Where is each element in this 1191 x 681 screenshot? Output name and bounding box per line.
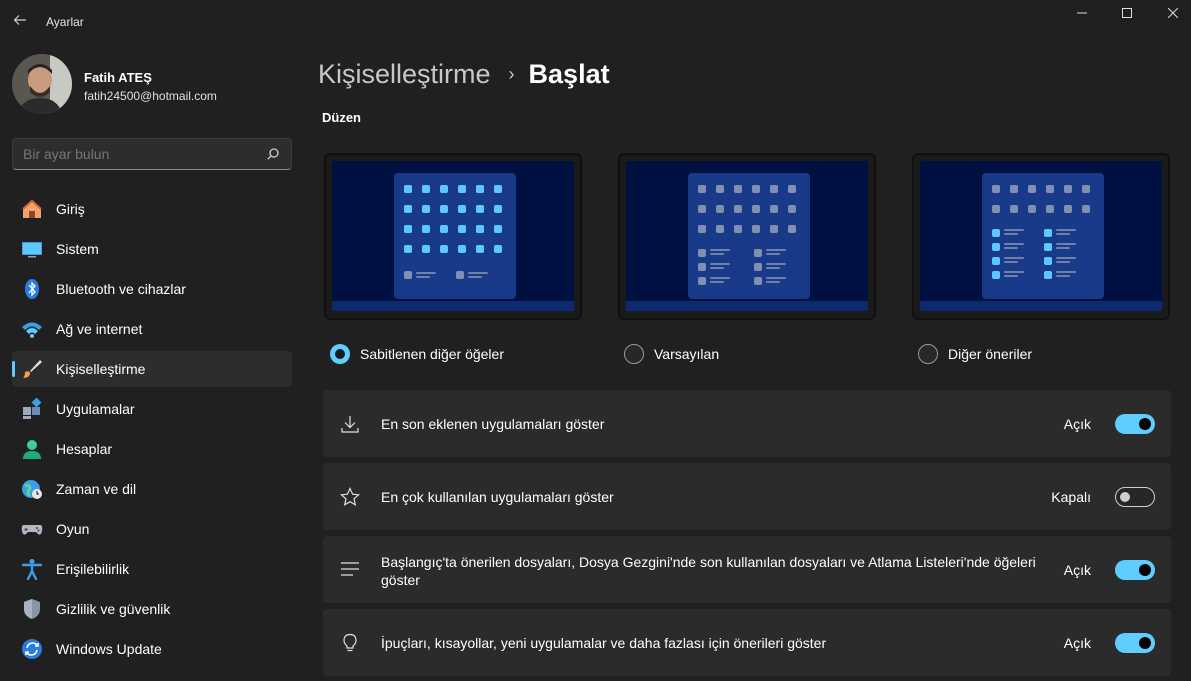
radio-more-recommendations[interactable]: Diğer öneriler (918, 344, 1032, 364)
radio-button[interactable] (330, 344, 350, 364)
arrow-left-icon (13, 13, 27, 27)
search-input[interactable] (23, 146, 253, 162)
breadcrumb-parent[interactable]: Kişiselleştirme (318, 59, 491, 90)
list-icon (339, 559, 361, 581)
title-bar: Ayarlar (0, 0, 1191, 40)
toggle-switch[interactable] (1115, 633, 1155, 653)
maximize-button[interactable] (1104, 0, 1150, 26)
sidebar-nav: Giriş Sistem Bluetooth ve cihazlar Ağ ve… (12, 191, 292, 671)
toggle-switch[interactable] (1115, 560, 1155, 580)
avatar (12, 54, 72, 114)
sidebar-item-network[interactable]: Ağ ve internet (12, 311, 292, 347)
sidebar-item-apps[interactable]: Uygulamalar (12, 391, 292, 427)
wifi-icon (21, 318, 43, 340)
toggle-switch[interactable] (1115, 487, 1155, 507)
start-preview-image (626, 161, 868, 311)
sidebar-item-privacy[interactable]: Gizlilik ve güvenlik (12, 591, 292, 627)
minimize-icon (1077, 8, 1087, 18)
person-icon (21, 438, 43, 460)
close-icon (1168, 8, 1178, 18)
star-icon (339, 486, 361, 508)
download-icon (339, 413, 361, 435)
home-icon (21, 198, 43, 220)
user-email: fatih24500@hotmail.com (84, 89, 217, 103)
radio-more-pins[interactable]: Sabitlenen diğer öğeler (330, 344, 504, 364)
toggle-state-label: Açık (1064, 635, 1091, 651)
chevron-right-icon: › (509, 64, 515, 85)
monitor-icon (21, 238, 43, 260)
toggle-state-label: Kapalı (1051, 489, 1091, 505)
back-button[interactable] (8, 8, 32, 32)
sidebar-item-windows-update[interactable]: Windows Update (12, 631, 292, 667)
shield-icon (21, 598, 43, 620)
sidebar-item-accessibility[interactable]: Erişilebilirlik (12, 551, 292, 587)
search-icon (267, 148, 279, 160)
start-preview-image (332, 161, 574, 311)
minimize-button[interactable] (1059, 0, 1105, 26)
sidebar-item-system[interactable]: Sistem (12, 231, 292, 267)
setting-recently-added-apps[interactable]: En son eklenen uygulamaları göster Açık (323, 390, 1171, 457)
radio-button[interactable] (918, 344, 938, 364)
app-title: Ayarlar (46, 15, 84, 29)
sidebar-item-personalization[interactable]: Kişiselleştirme (12, 351, 292, 387)
radio-default[interactable]: Varsayılan (624, 344, 719, 364)
close-button[interactable] (1150, 0, 1191, 26)
maximize-icon (1122, 8, 1132, 18)
start-preview-image (920, 161, 1162, 311)
bluetooth-icon (21, 278, 43, 300)
apps-icon (21, 398, 43, 420)
sidebar-item-home[interactable]: Giriş (12, 191, 292, 227)
settings-search[interactable] (12, 138, 292, 170)
gamepad-icon (21, 518, 43, 540)
lightbulb-icon (339, 632, 361, 654)
brush-icon (21, 358, 43, 380)
sidebar-item-bluetooth[interactable]: Bluetooth ve cihazlar (12, 271, 292, 307)
sync-icon (21, 638, 43, 660)
layout-section-title: Düzen (322, 110, 361, 125)
setting-tips-suggestions[interactable]: İpuçları, kısayollar, yeni uygulamalar v… (323, 609, 1171, 676)
setting-most-used-apps[interactable]: En çok kullanılan uygulamaları göster Ka… (323, 463, 1171, 530)
sidebar-item-accounts[interactable]: Hesaplar (12, 431, 292, 467)
setting-recommended-files[interactable]: Başlangıç'ta önerilen dosyaları, Dosya G… (323, 536, 1171, 603)
toggle-switch[interactable] (1115, 414, 1155, 434)
layout-preview-more-pins[interactable] (324, 153, 582, 320)
user-name: Fatih ATEŞ (84, 70, 152, 85)
page-title: Başlat (529, 59, 610, 90)
toggle-state-label: Açık (1064, 416, 1091, 432)
globe-clock-icon (21, 478, 43, 500)
toggle-state-label: Açık (1064, 562, 1091, 578)
layout-preview-default[interactable] (618, 153, 876, 320)
layout-preview-more-recommendations[interactable] (912, 153, 1170, 320)
user-profile[interactable]: Fatih ATEŞ fatih24500@hotmail.com (12, 54, 302, 116)
breadcrumb: Kişiselleştirme › Başlat (318, 56, 610, 92)
radio-button[interactable] (624, 344, 644, 364)
sidebar-item-gaming[interactable]: Oyun (12, 511, 292, 547)
sidebar-item-time-language[interactable]: Zaman ve dil (12, 471, 292, 507)
accessibility-icon (21, 558, 43, 580)
